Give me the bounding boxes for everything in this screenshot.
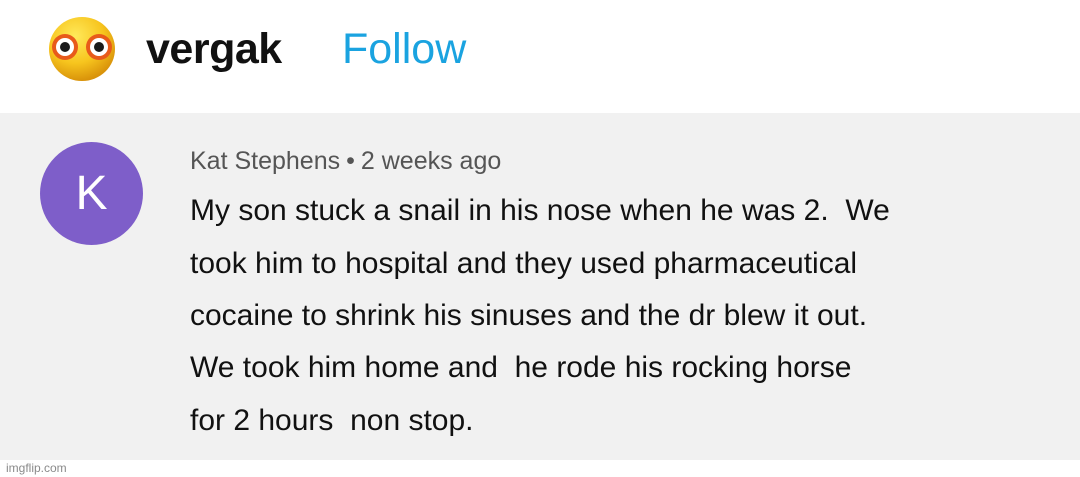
comment-text-line: cocaine to shrink his sinuses and the dr… <box>190 299 868 332</box>
avatar[interactable]: K <box>40 142 143 245</box>
comment-meta: Kat Stephens • 2 weeks ago <box>190 144 501 178</box>
comment-card <box>0 113 1080 460</box>
username[interactable]: vergak <box>146 24 282 74</box>
comment-text-line: for 2 hours non stop. <box>190 404 474 437</box>
comment-text-line: My son stuck a snail in his nose when he… <box>190 194 890 227</box>
comment-author[interactable]: Kat Stephens <box>190 147 340 175</box>
follow-button[interactable]: Follow <box>342 24 466 74</box>
separator-dot: • <box>346 147 355 175</box>
post-header: vergak Follow <box>0 0 1080 113</box>
comment-text-line: took him to hospital and they used pharm… <box>190 247 858 280</box>
comment-time: 2 weeks ago <box>360 147 502 175</box>
comment-text-line: We took him home and he rode his rocking… <box>190 351 852 384</box>
watermark: imgflip.com <box>6 461 67 475</box>
surprised-emoji-icon[interactable] <box>47 13 117 83</box>
